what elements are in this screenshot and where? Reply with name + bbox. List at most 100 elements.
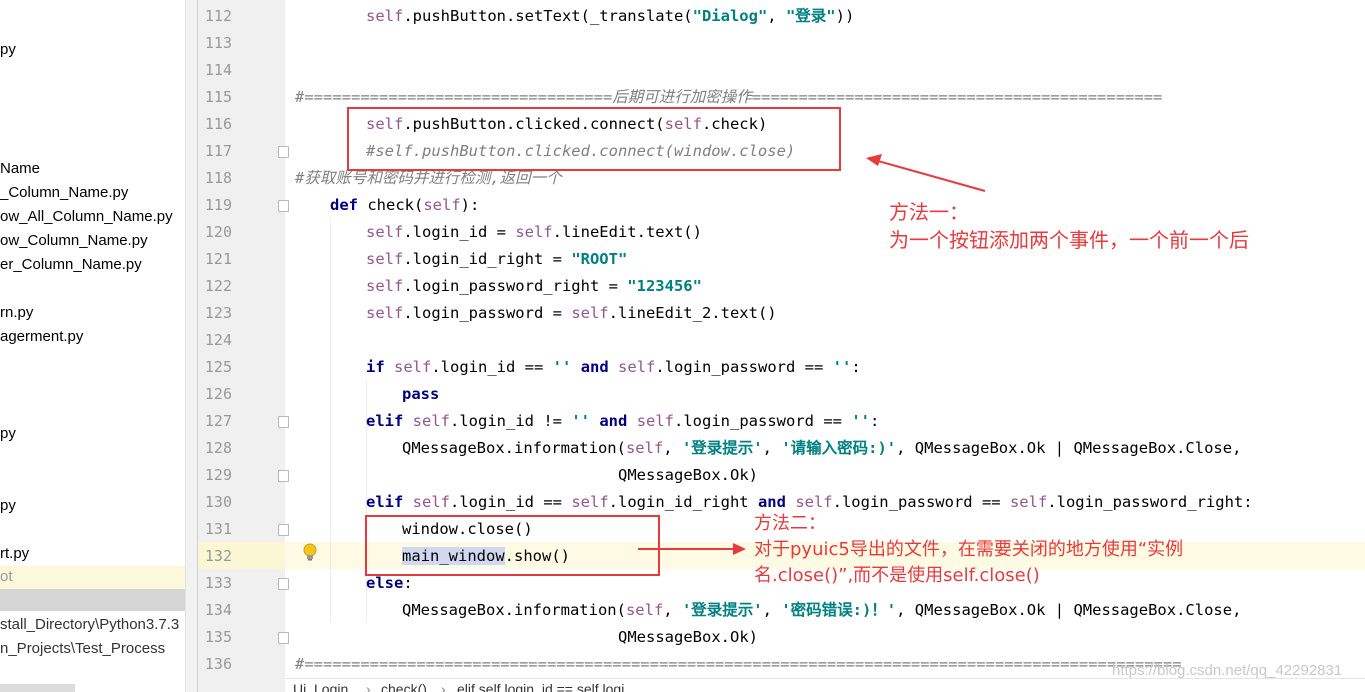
line-number[interactable]: 125 xyxy=(198,354,232,381)
token: self xyxy=(625,439,664,457)
token: self xyxy=(618,358,656,376)
tree-item[interactable]: Name xyxy=(0,158,40,180)
fold-marker-icon[interactable] xyxy=(278,146,289,158)
tree-scrollbar[interactable] xyxy=(185,0,197,692)
breadcrumb-item-function[interactable]: check() xyxy=(381,680,427,692)
token: else xyxy=(366,574,404,592)
token: .login_password_right = xyxy=(403,277,628,295)
line-number[interactable]: 121 xyxy=(198,246,232,273)
line-number[interactable]: 117 xyxy=(198,138,232,165)
token: self xyxy=(571,304,609,322)
line-number[interactable]: 119 xyxy=(198,192,232,219)
line-number[interactable]: 116 xyxy=(198,111,232,138)
token: , xyxy=(767,7,786,25)
line-number[interactable]: 133 xyxy=(198,570,232,597)
line-number[interactable]: 123 xyxy=(198,300,232,327)
line-number[interactable]: 132 xyxy=(198,543,232,570)
line-number[interactable]: 113 xyxy=(198,30,232,57)
line-number[interactable]: 131 xyxy=(198,516,232,543)
token: , xyxy=(663,439,682,457)
token: .lineEdit_2.text() xyxy=(608,304,777,322)
tree-item[interactable]: py xyxy=(0,39,16,61)
line-number[interactable]: 136 xyxy=(198,651,232,678)
line-number[interactable]: 112 xyxy=(198,3,232,30)
token: self xyxy=(412,493,450,511)
fold-marker-icon[interactable] xyxy=(278,470,289,482)
token: , QMessageBox.Ok | QMessageBox.Close, xyxy=(896,601,1242,619)
line-number[interactable]: 127 xyxy=(198,408,232,435)
indent-guide xyxy=(330,218,331,623)
token: .login_id == xyxy=(450,493,572,511)
annotation-method1-title: 方法一： xyxy=(889,200,969,224)
token: '' xyxy=(851,412,870,430)
annotation-method1-body: 为一个按钮添加两个事件，一个前一个后 xyxy=(889,228,1249,252)
token: .login_password == xyxy=(832,493,1010,511)
line-number[interactable]: 115 xyxy=(198,84,232,111)
code-line-127: elif self.login_id != '' and self.login_… xyxy=(366,408,879,435)
token: self xyxy=(423,196,461,214)
line-number[interactable]: 135 xyxy=(198,624,232,651)
breadcrumb-separator: › xyxy=(441,681,446,692)
code-line-122: self.login_password_right = "123456" xyxy=(366,273,702,300)
tree-item[interactable]: ow_Column_Name.py xyxy=(0,230,148,252)
token: "ROOT" xyxy=(571,250,628,268)
line-number[interactable]: 122 xyxy=(198,273,232,300)
token: '' xyxy=(832,358,852,376)
token: : xyxy=(403,574,413,592)
tree-horizontal-scrollbar[interactable] xyxy=(0,684,75,692)
token: #=================================后期可进行加… xyxy=(295,88,1163,106)
line-number[interactable]: 114 xyxy=(198,57,232,84)
code-line-121: self.login_id_right = "ROOT" xyxy=(366,246,627,273)
token: self xyxy=(366,277,404,295)
tree-item[interactable]: er_Column_Name.py xyxy=(0,254,142,276)
tree-item[interactable]: ow_All_Column_Name.py xyxy=(0,206,173,228)
tree-path-item[interactable]: stall_Directory\Python3.7.3 xyxy=(0,614,179,636)
token: '密码错误:)！' xyxy=(781,601,897,619)
token: .login_password == xyxy=(655,358,833,376)
code-line-129: QMessageBox.Ok) xyxy=(618,462,758,489)
line-number[interactable]: 130 xyxy=(198,489,232,516)
code-line-135: QMessageBox.Ok) xyxy=(618,624,758,651)
fold-marker-icon[interactable] xyxy=(278,200,289,212)
token: , QMessageBox.Ok | QMessageBox.Close, xyxy=(896,439,1242,457)
line-number[interactable]: 134 xyxy=(198,597,232,624)
token: check( xyxy=(358,196,424,214)
token: , xyxy=(762,601,782,619)
token: and xyxy=(757,493,786,511)
token: pass xyxy=(402,385,440,403)
tree-item[interactable]: py xyxy=(0,423,16,445)
token: self xyxy=(412,412,450,430)
fold-marker-icon[interactable] xyxy=(278,416,289,428)
tree-path-item[interactable]: n_Projects\Test_Process xyxy=(0,638,165,660)
breadcrumb-separator: › xyxy=(366,681,371,692)
fold-marker-icon[interactable] xyxy=(278,524,289,536)
tree-item[interactable]: agerment.py xyxy=(0,326,83,348)
token: #获取账号和密码并进行检测,返回一个 xyxy=(295,169,562,187)
breadcrumb-item-class[interactable]: Ui_Login xyxy=(293,680,348,692)
line-number[interactable]: 129 xyxy=(198,462,232,489)
line-number[interactable]: 126 xyxy=(198,381,232,408)
token: self xyxy=(625,601,664,619)
fold-marker-icon[interactable] xyxy=(278,632,289,644)
token: .login_id_right = xyxy=(403,250,572,268)
line-number[interactable]: 124 xyxy=(198,327,232,354)
line-number[interactable]: 120 xyxy=(198,219,232,246)
annotation-method2-title: 方法二： xyxy=(754,513,826,534)
token: self xyxy=(515,223,553,241)
line-number[interactable]: 128 xyxy=(198,435,232,462)
token: '请输入密码:)' xyxy=(781,439,897,457)
tree-item[interactable]: _Column_Name.py xyxy=(0,182,128,204)
fold-marker-icon[interactable] xyxy=(278,578,289,590)
tree-item[interactable]: ot xyxy=(0,566,13,588)
code-line-126: pass xyxy=(402,381,439,408)
token: QMessageBox.information( xyxy=(402,439,626,457)
line-number[interactable]: 118 xyxy=(198,165,232,192)
token: .login_id != xyxy=(450,412,572,430)
tree-focus-row xyxy=(0,589,197,611)
breadcrumb-item-branch[interactable]: elif self.login_id == self.logi xyxy=(457,680,624,692)
token: and xyxy=(599,412,628,430)
tree-item[interactable]: rn.py xyxy=(0,302,33,324)
tree-item[interactable]: rt.py xyxy=(0,543,29,565)
lightbulb-icon[interactable] xyxy=(302,543,318,561)
tree-item[interactable]: py xyxy=(0,495,16,517)
